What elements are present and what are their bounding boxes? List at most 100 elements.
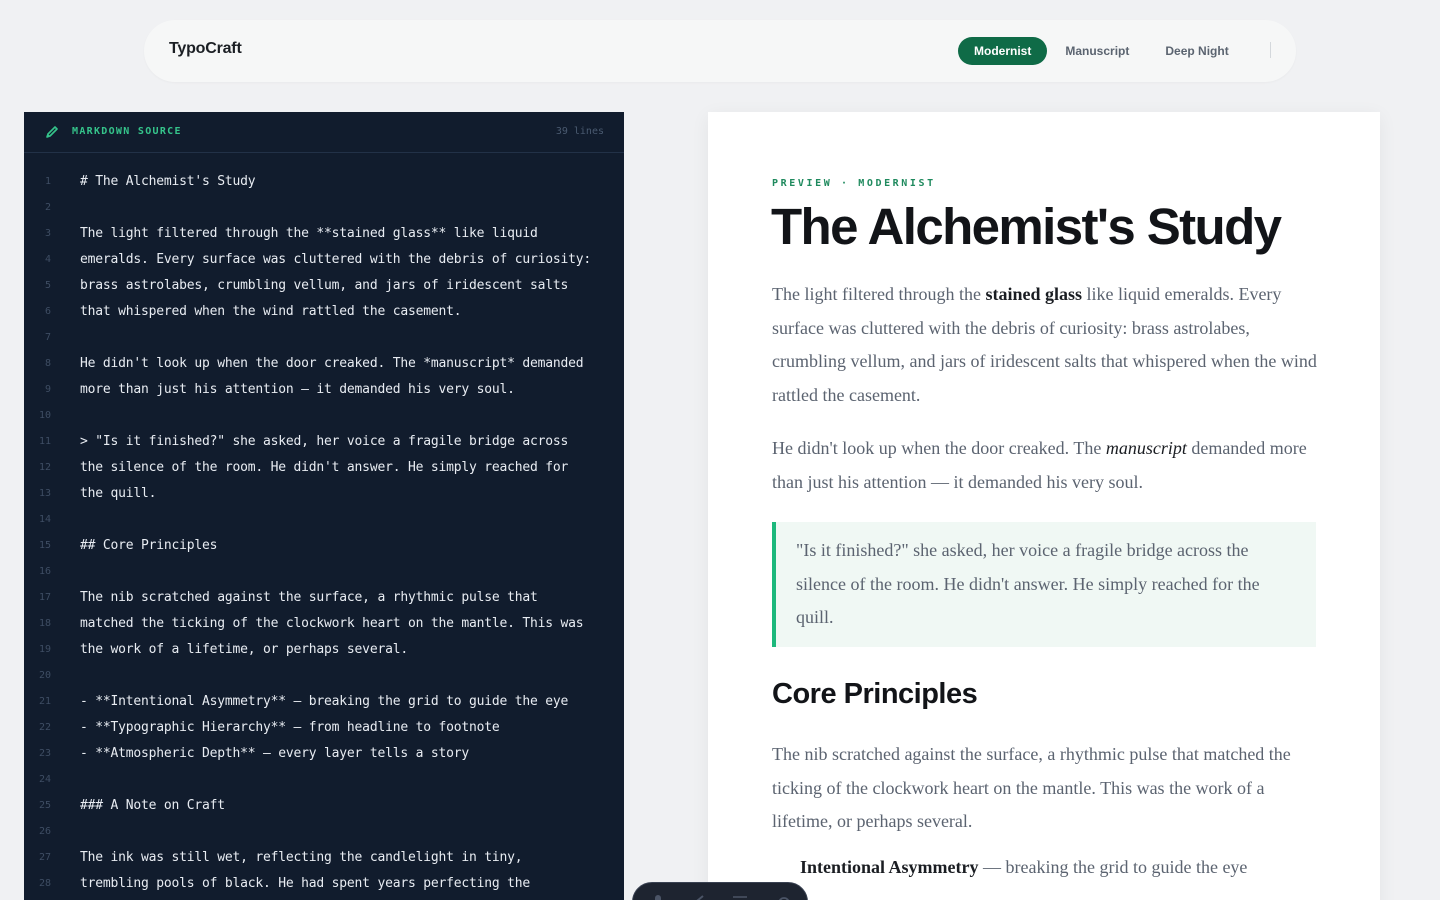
- code-line[interactable]: 7: [24, 324, 624, 350]
- brand-logo[interactable]: TypoCraft: [169, 40, 242, 58]
- pencil-icon: [46, 126, 58, 138]
- line-text: more than just his attention — it demand…: [80, 381, 515, 397]
- line-text: - **Typographic Hierarchy** — from headl…: [80, 719, 500, 735]
- code-line[interactable]: 10: [24, 402, 624, 428]
- list-item-text: — breaking the grid to guide the eye: [978, 857, 1248, 877]
- line-number: 16: [38, 565, 51, 577]
- code-line[interactable]: 15 ## Core Principles: [24, 532, 624, 558]
- line-text: matched the ticking of the clockwork hea…: [80, 615, 584, 631]
- code-area[interactable]: 1 # The Alchemist's Study 2 3 The light filt…: [24, 168, 624, 896]
- line-number: 23: [38, 747, 51, 759]
- code-line[interactable]: 19 the work of a lifetime, or perhaps sev…: [24, 636, 624, 662]
- line-text: The light filtered through the **stained…: [80, 225, 538, 241]
- preview-pane: PREVIEW · MODERNIST The Alchemist's Stud…: [708, 112, 1380, 900]
- line-text: He didn't look up when the door creaked.…: [80, 355, 584, 371]
- line-text: trembling pools of black. He had spent y…: [80, 875, 530, 891]
- line-text: > "Is it finished?" she asked, her voice…: [80, 433, 569, 449]
- editor-title: MARKDOWN SOURCE: [72, 126, 182, 137]
- line-number: 27: [38, 851, 51, 863]
- code-line[interactable]: 27 The ink was still wet, reflecting the …: [24, 844, 624, 870]
- code-line[interactable]: 26: [24, 818, 624, 844]
- line-count: 39 lines: [555, 126, 604, 137]
- code-line[interactable]: 13 the quill.: [24, 480, 624, 506]
- code-line[interactable]: 21 - **Intentional Asymmetry** — breaking…: [24, 688, 624, 714]
- line-number: 20: [38, 669, 51, 681]
- line-number: 28: [38, 877, 51, 889]
- code-line[interactable]: 9 more than just his attention — it deman…: [24, 376, 624, 402]
- list-item-bold: Intentional Asymmetry: [800, 857, 979, 877]
- code-line[interactable]: 18 matched the ticking of the clockwork h…: [24, 610, 624, 636]
- line-number: 21: [38, 695, 51, 707]
- line-text: brass astrolabes, crumbling vellum, and …: [80, 277, 569, 293]
- code-line[interactable]: 5 brass astrolabes, crumbling vellum, and…: [24, 272, 624, 298]
- gear-icon[interactable]: [775, 893, 793, 900]
- preview-paragraph-2: He didn't look up when the door creaked.…: [772, 432, 1312, 499]
- paragraph-text: The light filtered through the: [772, 284, 986, 304]
- line-number: 10: [38, 409, 51, 421]
- line-text: emeralds. Every surface was cluttered wi…: [80, 251, 591, 267]
- code-line[interactable]: 1 # The Alchemist's Study: [24, 168, 624, 194]
- theme-manuscript-button[interactable]: Manuscript: [1047, 37, 1147, 65]
- line-text: ### A Note on Craft: [80, 797, 225, 813]
- code-line[interactable]: 23 - **Atmospheric Depth** — every layer …: [24, 740, 624, 766]
- line-text: the quill.: [80, 485, 157, 501]
- code-line[interactable]: 24: [24, 766, 624, 792]
- code-line[interactable]: 16: [24, 558, 624, 584]
- preview-heading-2: Core Principles: [772, 678, 978, 710]
- line-number: 2: [44, 201, 51, 213]
- line-number: 7: [44, 331, 51, 343]
- code-line[interactable]: 12 the silence of the room. He didn't ans…: [24, 454, 624, 480]
- line-number: 13: [38, 487, 51, 499]
- code-line[interactable]: 3 The light filtered through the **staine…: [24, 220, 624, 246]
- line-number: 6: [44, 305, 51, 317]
- floating-toolbar: [632, 882, 808, 900]
- line-number: 17: [38, 591, 51, 603]
- preview-title: The Alchemist's Study: [771, 198, 1282, 255]
- bold-text: stained glass: [985, 284, 1082, 304]
- line-text: - **Intentional Asymmetry** — breaking t…: [80, 693, 569, 709]
- code-line[interactable]: 28 trembling pools of black. He had spent…: [24, 870, 624, 896]
- blockquote-text: "Is it finished?" she asked, her voice a…: [796, 540, 1260, 627]
- line-number: 26: [38, 825, 51, 837]
- top-navbar: TypoCraft Modernist Manuscript Deep Nigh…: [144, 20, 1296, 82]
- code-line[interactable]: 17 The nib scratched against the surface,…: [24, 584, 624, 610]
- line-text: that whispered when the wind rattled the…: [80, 303, 462, 319]
- line-number: 24: [38, 773, 51, 785]
- line-text: The ink was still wet, reflecting the ca…: [80, 849, 523, 865]
- preview-paragraph-3: The nib scratched against the surface, a…: [772, 744, 1291, 831]
- code-line[interactable]: 2: [24, 194, 624, 220]
- line-number: 15: [38, 539, 51, 551]
- line-text: The nib scratched against the surface, a…: [80, 589, 538, 605]
- line-text: the silence of the room. He didn't answe…: [80, 459, 569, 475]
- markdown-editor[interactable]: MARKDOWN SOURCE 39 lines 1 # The Alchemis…: [24, 112, 624, 900]
- line-number: 14: [38, 513, 51, 525]
- brush-icon[interactable]: [689, 893, 707, 900]
- line-number: 8: [44, 357, 51, 369]
- line-text: the work of a lifetime, or perhaps sever…: [80, 641, 408, 657]
- code-line[interactable]: 11 > "Is it finished?" she asked, her voi…: [24, 428, 624, 454]
- preview-kicker: PREVIEW · MODERNIST: [772, 178, 936, 189]
- line-number: 4: [44, 253, 51, 265]
- code-line[interactable]: 20: [24, 662, 624, 688]
- code-line[interactable]: 14: [24, 506, 624, 532]
- line-text: # The Alchemist's Study: [80, 173, 256, 189]
- microphone-icon[interactable]: [649, 893, 667, 900]
- menu-icon[interactable]: [731, 893, 749, 900]
- code-line[interactable]: 22 - **Typographic Hierarchy** — from hea…: [24, 714, 624, 740]
- line-number: 5: [44, 279, 51, 291]
- line-number: 22: [38, 721, 51, 733]
- theme-deep-night-button[interactable]: Deep Night: [1147, 37, 1246, 65]
- line-number: 11: [38, 435, 51, 447]
- line-text: - **Atmospheric Depth** — every layer te…: [80, 745, 469, 761]
- line-number: 3: [44, 227, 51, 239]
- line-number: 9: [44, 383, 51, 395]
- code-line[interactable]: 25 ### A Note on Craft: [24, 792, 624, 818]
- code-line[interactable]: 8 He didn't look up when the door creaked…: [24, 350, 624, 376]
- editor-header: MARKDOWN SOURCE 39 lines: [24, 112, 624, 153]
- code-line[interactable]: 4 emeralds. Every surface was cluttered w…: [24, 246, 624, 272]
- line-number: 25: [38, 799, 51, 811]
- code-line[interactable]: 6 that whispered when the wind rattled th…: [24, 298, 624, 324]
- line-number: 1: [44, 175, 51, 187]
- theme-switcher: Modernist Manuscript Deep Night: [958, 35, 1247, 67]
- theme-modernist-button[interactable]: Modernist: [958, 37, 1048, 65]
